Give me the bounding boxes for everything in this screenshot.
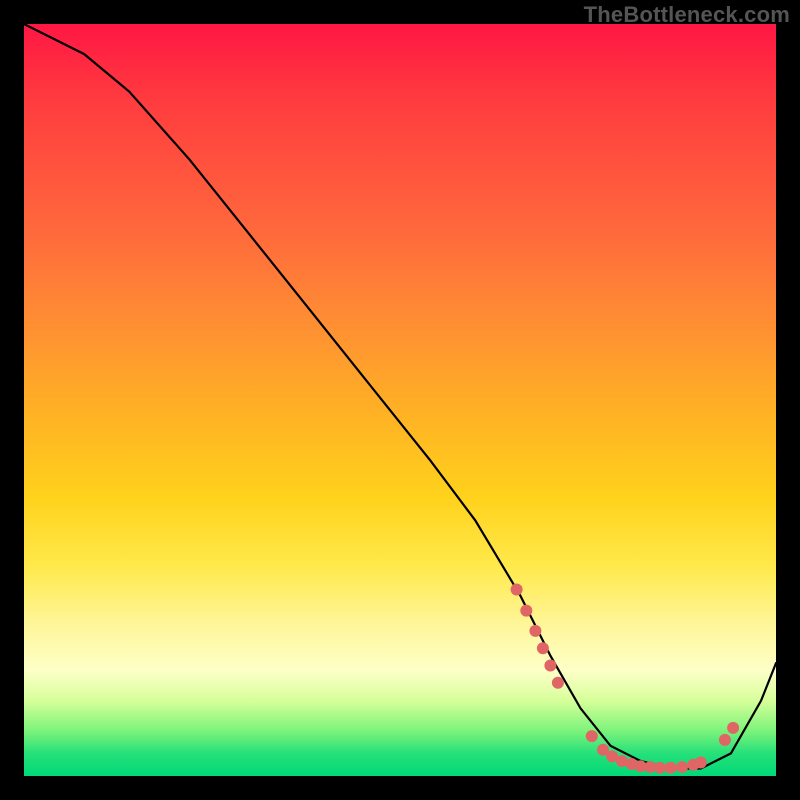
data-point — [719, 734, 731, 746]
data-markers — [511, 584, 739, 774]
data-point — [665, 762, 677, 774]
data-point — [727, 722, 739, 734]
data-point — [586, 730, 598, 742]
data-point — [695, 757, 707, 769]
data-point — [511, 584, 523, 596]
data-point — [552, 677, 564, 689]
curve-layer — [24, 24, 776, 776]
bottleneck-curve — [24, 24, 776, 769]
data-point — [544, 660, 556, 672]
data-point — [537, 642, 549, 654]
data-point — [676, 761, 688, 773]
watermark-text: TheBottleneck.com — [584, 2, 790, 28]
data-point — [520, 605, 532, 617]
plot-area — [24, 24, 776, 776]
chart-frame: TheBottleneck.com — [0, 0, 800, 800]
data-point — [529, 625, 541, 637]
data-point — [654, 762, 666, 774]
